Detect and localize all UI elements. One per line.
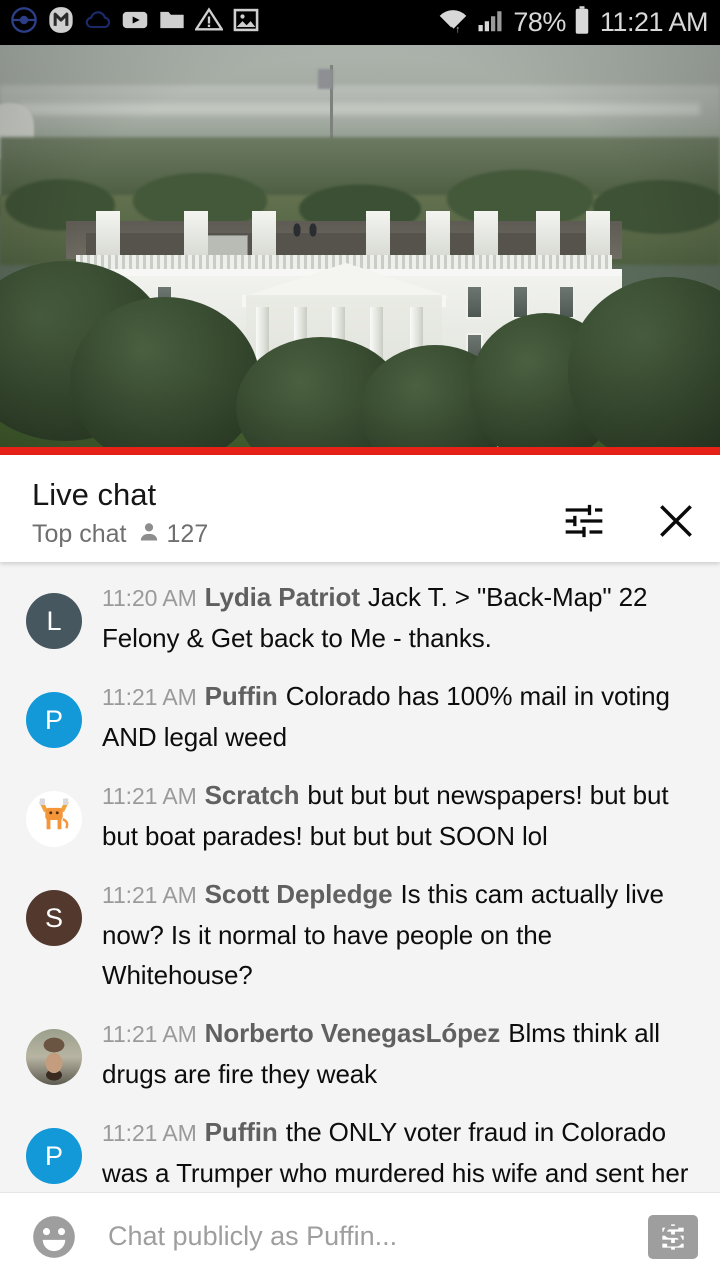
message-author[interactable]: Scratch (197, 780, 302, 810)
chat-message-body: 11:21 AM Puffin Colorado has 100% mail in … (82, 676, 702, 757)
live-chat-panel: Live chat Top chat 127 L 11:20 AM Lydia … (0, 455, 720, 1280)
live-chat-header-actions (562, 477, 698, 543)
viewer-count: 127 (137, 519, 209, 549)
avatar-initial: P (44, 704, 63, 735)
chat-message-body: 11:20 AM Lydia Patriot Jack T. > "Back-Map… (82, 577, 702, 658)
avatar[interactable]: S (26, 890, 82, 946)
chat-message[interactable]: 11:21 AM Scratch but but but newspapers! b… (0, 766, 720, 865)
message-timestamp: 11:21 AM (102, 1021, 197, 1047)
person-icon (137, 520, 161, 549)
live-chat-header-titles: Live chat Top chat 127 (32, 477, 208, 549)
status-bar-clock: 11:21 AM (599, 7, 709, 37)
chat-input[interactable] (82, 1221, 648, 1252)
message-timestamp: 11:21 AM (102, 684, 197, 710)
video-progress-bar[interactable] (0, 447, 720, 455)
avatar[interactable]: L (26, 593, 82, 649)
avatar-initial: P (44, 1140, 63, 1171)
cloud-icon (84, 6, 112, 39)
message-timestamp: 11:21 AM (102, 1120, 197, 1146)
message-author[interactable]: Norberto VenegasLópez (197, 1018, 503, 1048)
emoji-smiley-icon[interactable] (26, 1209, 82, 1265)
avatar-initial: S (44, 902, 63, 933)
message-author[interactable]: Puffin (197, 681, 280, 711)
avatar[interactable] (26, 791, 82, 847)
message-author[interactable]: Puffin (197, 1117, 280, 1147)
chat-message[interactable]: P 11:21 AM Puffin Colorado has 100% mail i… (0, 667, 720, 766)
white-house-live-frame (0, 45, 720, 455)
svg-text:↑: ↑ (456, 24, 461, 35)
folder-icon (158, 6, 186, 39)
cell-signal-icon (476, 5, 506, 40)
message-timestamp: 11:21 AM (102, 882, 197, 908)
chat-message[interactable]: P 11:21 AM Puffin the ONLY voter fraud in … (0, 1103, 720, 1192)
avatar[interactable]: P (26, 1128, 82, 1184)
message-timestamp: 11:20 AM (102, 585, 197, 611)
viewer-count-label: 127 (166, 520, 209, 548)
youtube-icon (121, 6, 149, 39)
video-vignette (0, 45, 720, 455)
status-bar: ↑ 78% 11:21 AM (0, 0, 720, 45)
photo-icon (232, 6, 260, 39)
chat-message-body: 11:21 AM Scratch but but but newspapers! b… (82, 775, 702, 856)
avatar[interactable] (26, 1029, 82, 1085)
close-icon[interactable] (654, 499, 698, 543)
chat-message-body: 11:21 AM Scott Depledge Is this cam actual… (82, 874, 702, 995)
page-title: Live chat (32, 477, 157, 512)
dollar-superchat-icon[interactable] (648, 1214, 698, 1259)
avatar[interactable]: P (26, 692, 82, 748)
chat-message[interactable]: S 11:21 AM Scott Depledge Is this cam actu… (0, 865, 720, 1004)
battery-percent-label: 78% (513, 7, 566, 37)
chat-message[interactable]: L 11:20 AM Lydia Patriot Jack T. > "Back-M… (0, 568, 720, 667)
message-timestamp: 11:21 AM (102, 783, 197, 809)
m-app-icon (47, 6, 75, 39)
chat-message-list[interactable]: L 11:20 AM Lydia Patriot Jack T. > "Back-M… (0, 562, 720, 1192)
message-author[interactable]: Lydia Patriot (197, 582, 362, 612)
avatar-initial: L (46, 605, 62, 636)
wifi-icon: ↑ (437, 5, 469, 40)
battery-icon (573, 5, 591, 40)
message-author[interactable]: Scott Depledge (197, 879, 395, 909)
live-chat-subheader: Top chat 127 (32, 519, 208, 549)
pokemon-go-icon (10, 6, 38, 39)
video-player[interactable] (0, 45, 720, 455)
status-bar-system-icons: ↑ 78% 11:21 AM (437, 5, 709, 40)
chat-mode-label[interactable]: Top chat (32, 519, 127, 549)
status-bar-notification-icons (10, 6, 260, 39)
chat-composer (0, 1192, 720, 1280)
live-chat-header: Live chat Top chat 127 (0, 455, 720, 562)
chat-message-body: 11:21 AM Norberto VenegasLópez Blms think … (82, 1013, 702, 1094)
chat-message-body: 11:21 AM Puffin the ONLY voter fraud in Co… (82, 1112, 702, 1192)
cat-avatar-icon (34, 795, 74, 844)
warning-icon (194, 6, 224, 39)
chat-message[interactable]: 11:21 AM Norberto VenegasLópez Blms think … (0, 1004, 720, 1103)
tune-sliders-icon[interactable] (562, 499, 606, 543)
